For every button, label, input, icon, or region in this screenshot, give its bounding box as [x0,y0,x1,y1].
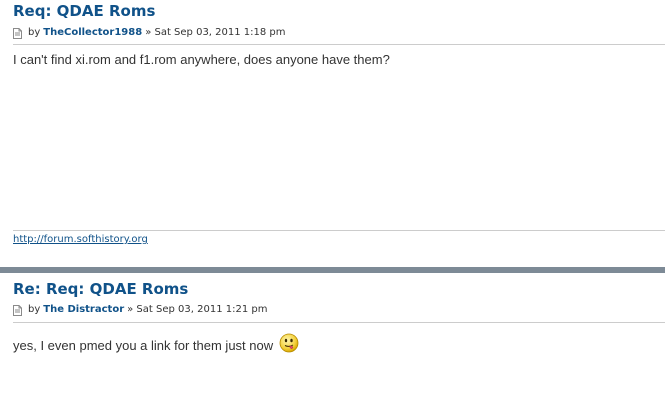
post-date: » Sat Sep 03, 2011 1:21 pm [127,304,268,315]
post-header-rule [13,44,665,45]
post-header-rule [13,322,665,323]
post-icon[interactable] [13,27,22,39]
by-label: by [28,304,41,315]
post-icon[interactable] [13,304,22,316]
author-username-link[interactable]: TheCollector1988 [43,26,142,40]
post-content: yes, I even pmed you a link for them jus… [13,338,274,353]
post-author-line: by TheCollector1988 » Sat Sep 03, 2011 1… [13,26,286,40]
post-divider [0,267,665,273]
post-title-link[interactable]: Re: Req: QDAE Roms [13,278,188,300]
signature-link[interactable]: http://forum.softhistory.org [13,234,148,245]
signature-rule [13,230,665,231]
tongue-smiley-icon [279,333,299,353]
post-date: » Sat Sep 03, 2011 1:18 pm [145,27,286,38]
post-content-row: yes, I even pmed you a link for them jus… [13,333,299,355]
post-content: I can't find xi.rom and f1.rom anywhere,… [13,52,390,67]
author-username-link[interactable]: The Distractor [43,303,124,317]
post-title-link[interactable]: Req: QDAE Roms [13,0,155,22]
by-label: by [28,27,41,38]
post-author-line: by The Distractor » Sat Sep 03, 2011 1:2… [13,303,267,317]
